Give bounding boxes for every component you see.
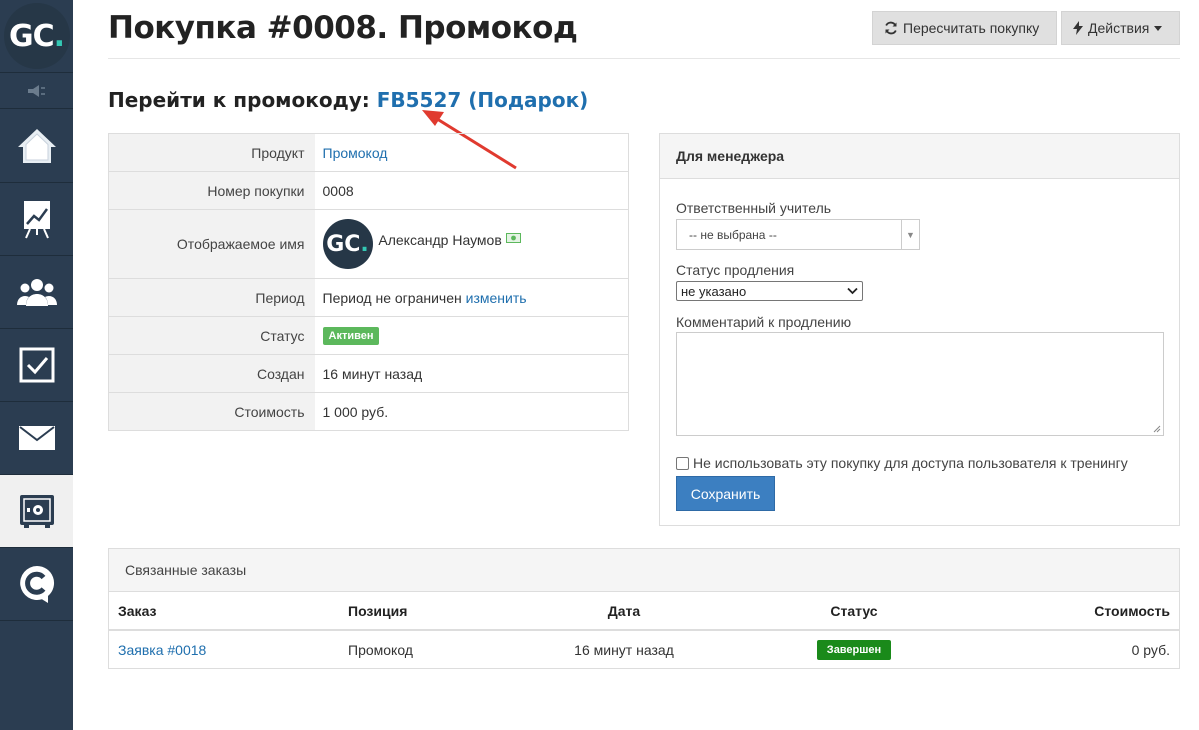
chevron-down-icon [847,287,858,295]
info-label: Период [108,278,315,317]
order-status-badge: Завершен [816,639,892,660]
info-row-product: Продукт Промокод [108,133,629,172]
bolt-icon [1073,21,1083,35]
status-badge: Активен [322,327,380,345]
logo-dot: . [53,18,65,54]
no-access-checkbox-label: Не использовать эту покупку для доступа … [693,455,1128,471]
recalculate-button[interactable]: Пересчитать покупку [872,11,1057,45]
change-period-link[interactable]: изменить [466,290,527,306]
order-position: Промокод [348,641,413,658]
related-orders-title: Связанные заказы [109,549,1179,592]
product-link[interactable]: Промокод [323,145,388,161]
actions-label: Действия [1088,20,1150,36]
column-header-status: Статус [709,592,999,631]
order-date: 16 минут назад [574,641,674,658]
teacher-select[interactable]: -- не выбрана -- ▼ [676,219,920,250]
info-value: 16 минут назад [314,354,629,393]
info-row-created: Создан 16 минут назад [108,354,629,393]
save-button[interactable]: Сохранить [676,476,775,511]
comment-textarea[interactable] [676,332,1164,436]
renewal-status-select[interactable]: не указано [676,281,863,301]
info-label: Отображаемое имя [108,209,315,279]
header-divider [108,58,1180,59]
order-link[interactable]: Заявка #0018 [118,642,206,658]
purchase-info-table: Продукт Промокод Номер покупки 0008 Отоб… [108,133,629,431]
caret-down-icon [1154,25,1163,31]
home-icon [17,129,56,163]
no-access-checkbox[interactable] [676,456,689,470]
avatar-text: GC [326,231,361,257]
chat-c-icon [19,565,54,603]
avatar[interactable]: GC. [322,219,373,269]
select-caret-icon: ▼ [901,220,919,249]
teacher-label: Ответственный учитель [676,200,832,216]
sidebar-item-chat[interactable] [0,548,73,621]
info-value: 0008 [314,171,629,210]
info-label: Статус [108,316,315,355]
renewal-status-value: не указано [681,283,747,299]
related-orders-panel: Связанные заказы Заказ Позиция Дата Стат… [108,548,1180,669]
actions-dropdown-button[interactable]: Действия [1061,11,1180,45]
column-header-date: Дата [539,592,709,631]
info-row-number: Номер покупки 0008 [108,171,629,210]
chart-board-icon [23,201,50,239]
column-header-cost: Стоимость [999,592,1179,631]
sidebar-item-users[interactable] [0,256,73,329]
column-header-position: Позиция [339,592,539,631]
manager-panel-title: Для менеджера [660,134,1179,179]
related-orders-table: Заказ Позиция Дата Статус Стоимость Заяв… [109,592,1179,668]
sidebar: GC. [0,0,73,730]
resize-grip-icon[interactable] [1153,425,1161,433]
money-icon [505,232,521,243]
users-icon [16,279,57,306]
table-row: Заявка #0018 Промокод 16 минут назад Зав… [109,630,1179,668]
refresh-icon [885,21,897,35]
sidebar-item-tasks[interactable] [0,329,73,402]
info-row-display-name: Отображаемое имя GC. Александр Наумов [108,209,629,279]
info-label: Продукт [108,133,315,172]
sidebar-item-analytics[interactable] [0,183,73,256]
page-title: Покупка #0008. Промокод [108,10,578,46]
period-value: Период не ограничен [322,289,462,306]
info-row-period: Период Период не ограничен изменить [108,278,629,317]
logo[interactable]: GC. [0,0,73,72]
sidebar-item-messages[interactable] [0,402,73,475]
column-header-order: Заказ [109,592,339,631]
logo-text: GC [8,18,55,54]
manager-panel: Для менеджера Ответственный учитель -- н… [659,133,1180,526]
renewal-status-label: Статус продления [676,262,795,278]
sidebar-item-sales[interactable] [0,475,73,548]
envelope-icon [18,426,55,450]
promo-heading-label: Перейти к промокоду: [108,88,377,112]
no-access-checkbox-row[interactable]: Не использовать эту покупку для доступа … [676,455,1128,471]
checkbox-icon [19,347,54,383]
info-row-status: Статус Активен [108,316,629,355]
recalculate-label: Пересчитать покупку [903,20,1040,36]
avatar-dot: . [360,231,369,257]
sidebar-toggle[interactable] [0,72,73,109]
info-label: Создан [108,354,315,393]
info-row-cost: Стоимость 1 000 руб. [108,392,629,431]
sidebar-item-home[interactable] [0,110,73,183]
teacher-select-value: -- не выбрана -- [689,227,777,242]
user-name[interactable]: Александр Наумов [378,232,501,248]
safe-icon [19,495,54,528]
table-header-row: Заказ Позиция Дата Статус Стоимость [109,592,1179,631]
comment-label: Комментарий к продлению [676,314,852,330]
info-label: Стоимость [108,392,315,431]
logo-badge: GC. [3,3,70,69]
speaker-icon [27,84,45,97]
order-cost: 0 руб. [1131,641,1170,658]
info-value: 1 000 руб. [314,392,629,431]
info-label: Номер покупки [108,171,315,210]
